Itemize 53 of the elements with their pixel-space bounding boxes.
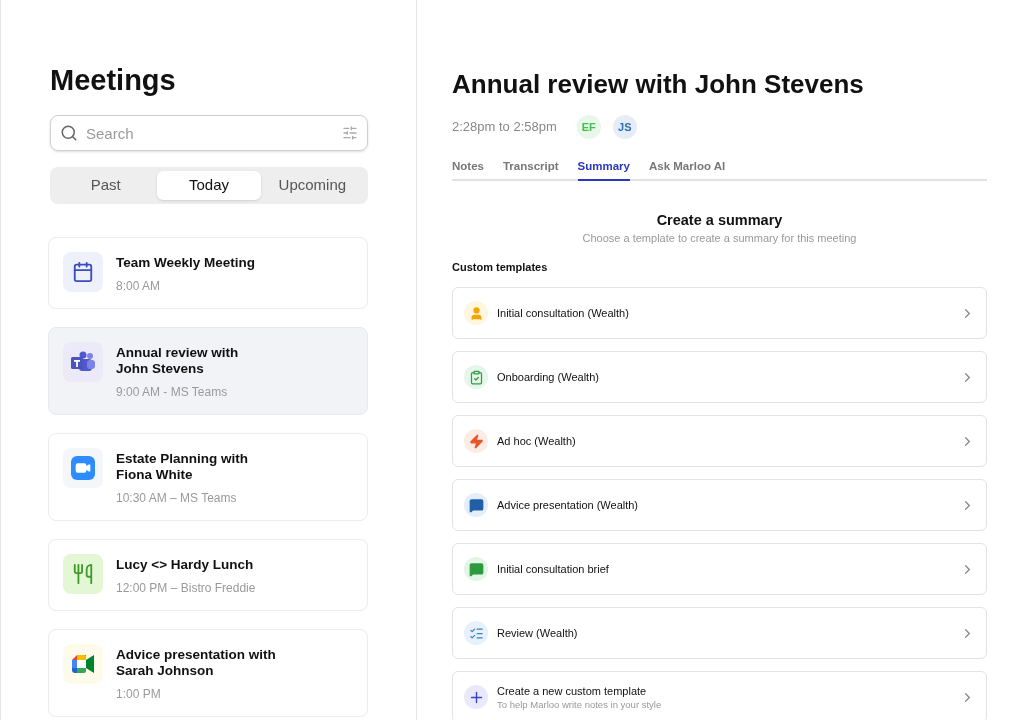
- filter-icon: [342, 125, 358, 141]
- meeting-title: Annual review with John Stevens: [116, 345, 239, 377]
- meeting-time: 9:00 AM - MS Teams: [116, 384, 229, 400]
- search-icon: [60, 124, 78, 142]
- meeting-card[interactable]: Annual review with John Stevens 9:00 AM - MS Teams: [48, 327, 368, 415]
- detail-tab[interactable]: Transcript: [502, 158, 559, 182]
- person-icon: [464, 301, 488, 326]
- clipboard-icon: [464, 365, 488, 390]
- segment-tab[interactable]: Today: [157, 171, 261, 200]
- summary-title: Create a summary: [656, 211, 783, 231]
- calendar-icon: [63, 252, 103, 292]
- meeting-time: 8:00 AM: [116, 278, 162, 294]
- meeting-time: 10:30 AM – MS Teams: [116, 490, 238, 506]
- template-option[interactable]: Initial consultation (Wealth): [452, 287, 987, 340]
- template-option[interactable]: Advice presentation (Wealth): [452, 479, 987, 532]
- meeting-title: Lucy <> Hardy Lunch: [116, 557, 255, 573]
- detail-tab[interactable]: Notes: [452, 158, 484, 182]
- summary-subtitle: Choose a template to create a summary for this meeting: [582, 231, 857, 247]
- search-field[interactable]: Search: [50, 115, 368, 151]
- meeting-heading: Annual review with John Stevens: [452, 68, 865, 100]
- meeting-time: 12:00 PM – Bistro Freddie: [116, 580, 256, 596]
- segment-tab[interactable]: Past: [54, 171, 158, 200]
- meeting-card[interactable]: Lucy <> Hardy Lunch 12:00 PM – Bistro Freddie: [48, 539, 368, 611]
- template-option[interactable]: Create a new custom template To help Marloo write notes in your style: [452, 671, 987, 720]
- meeting-card[interactable]: Advice presentation with Sarah Johnson 1:00 PM: [48, 629, 368, 717]
- template-hint: To help Marloo write notes in your style: [497, 699, 663, 712]
- segment-tab[interactable]: Upcoming: [260, 171, 364, 200]
- lightning-icon: [464, 429, 488, 454]
- fork-knife-icon: [63, 554, 103, 594]
- plus-icon: [464, 685, 488, 710]
- template-option[interactable]: Review (Wealth): [452, 607, 987, 660]
- teams-app-icon: [63, 342, 103, 382]
- section-label: Custom templates: [452, 260, 549, 276]
- meeting-card[interactable]: Team Weekly Meeting 8:00 AM: [48, 237, 368, 309]
- meeting-time: 1:00 PM: [116, 686, 162, 702]
- chat-bubble-icon: [464, 557, 488, 582]
- template-option[interactable]: Ad hoc (Wealth): [452, 415, 987, 468]
- meeting-time-range: 2:28pm to 2:58pm: [452, 118, 557, 137]
- page-title: Meetings: [50, 63, 177, 98]
- detail-tab[interactable]: Summary: [577, 158, 630, 182]
- video-camera-icon: [63, 644, 103, 684]
- attendee-avatar: EF: [576, 115, 601, 139]
- video-camera-icon: [63, 448, 103, 488]
- attendee-avatar: JS: [612, 115, 637, 139]
- meeting-title: Advice presentation with Sarah Johnson: [116, 647, 276, 679]
- template-option[interactable]: Initial consultation brief: [452, 543, 987, 596]
- detail-tab[interactable]: Ask Marloo AI: [649, 158, 726, 182]
- meeting-title: Estate Planning with Fiona White: [116, 451, 248, 483]
- template-option[interactable]: Onboarding (Wealth): [452, 351, 987, 404]
- checklist-icon: [464, 621, 488, 646]
- meeting-title: Team Weekly Meeting: [116, 255, 256, 271]
- chat-bubble-icon: [464, 493, 488, 518]
- meeting-card[interactable]: Estate Planning with Fiona White 10:30 AM – MS Teams: [48, 433, 368, 521]
